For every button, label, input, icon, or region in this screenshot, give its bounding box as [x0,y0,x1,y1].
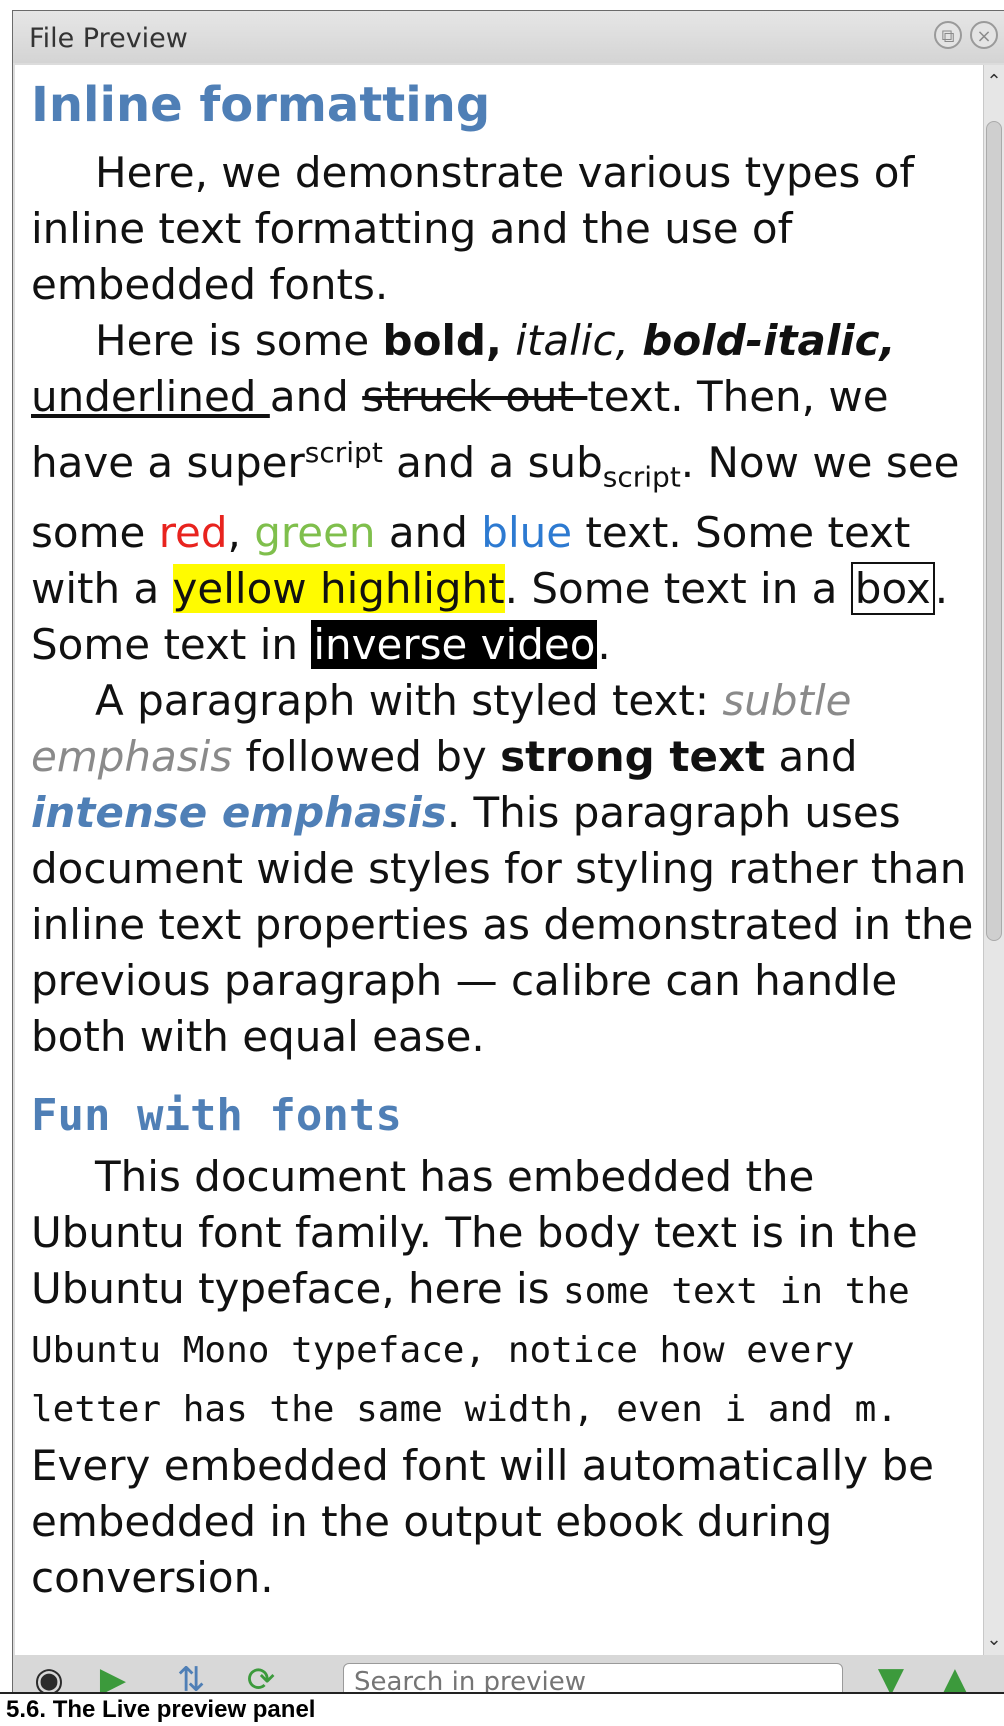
superscript-text: script [304,436,383,469]
paragraph-intro: Here, we demonstrate various types of in… [31,148,915,309]
intense-emphasis-text: intense emphasis [31,788,447,838]
text-run: A paragraph with styled text: [95,676,723,726]
text-run: Every embedded font will automatically b… [31,1441,934,1603]
heading-inline-formatting: Inline formatting [31,77,491,133]
inverse-text: inverse video [311,620,598,670]
window-title: File Preview [29,23,188,54]
paragraph-fonts: This document has embedded the Ubuntu fo… [31,1149,981,1606]
boxed-text: box [850,562,935,616]
bold-italic-text: bold-italic, [642,316,896,365]
text-run: . [597,620,611,670]
vertical-scrollbar[interactable]: ⌃ ⌄ [983,65,1004,1655]
text-run: . Some text in a [504,564,851,614]
text-run: Here is some [95,316,383,365]
paragraph-inline: Here is some bold, italic, bold-italic, … [31,313,981,673]
struck-text: struck out [362,372,588,421]
restore-icon[interactable]: ⧉ [934,21,962,49]
titlebar: File Preview ⧉ × [13,11,1004,63]
bold-text: bold, [382,316,502,365]
document-content: Inline formatting Here, we demonstrate v… [31,65,981,1655]
italic-text: italic, [515,316,629,365]
heading-paragraph-level: Paragraph level formatting [31,1640,981,1655]
subscript-text: script [602,460,681,494]
text-run: followed by [232,732,501,782]
paragraph-styled: A paragraph with styled text: subtle emp… [31,673,981,1065]
strong-text: strong text [500,732,766,782]
scroll-down-icon[interactable]: ⌄ [984,1629,1004,1650]
red-text: red [158,508,228,558]
green-text: green [254,508,376,558]
highlighted-text: yellow highlight [172,564,505,614]
heading-fun-with-fonts: Fun with fonts [31,1090,402,1142]
blue-text: blue [481,508,573,558]
close-icon[interactable]: × [970,21,998,49]
file-preview-window: File Preview ⧉ × Inline formatting Here,… [12,10,1004,1701]
scroll-thumb[interactable] [986,121,1002,941]
scroll-up-icon[interactable]: ⌃ [984,71,1004,92]
underlined-text: underlined [31,372,270,421]
text-run: and [765,732,858,782]
preview-pane: Inline formatting Here, we demonstrate v… [15,65,985,1655]
text-run: and [375,508,482,558]
text-run: , [227,508,255,558]
text-run: and [269,372,363,421]
text-run: and a sub [382,438,603,487]
figure-caption: 5.6. The Live preview panel [0,1692,1004,1726]
